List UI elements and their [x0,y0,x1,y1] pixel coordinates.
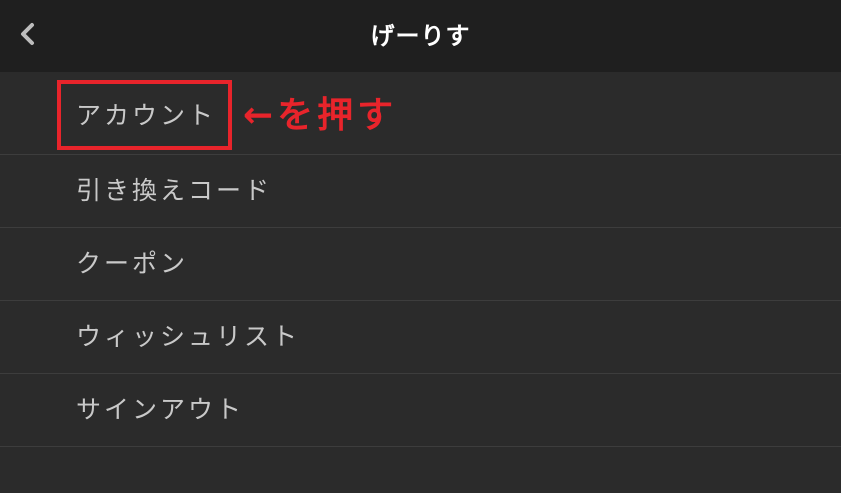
settings-menu: アカウント 引き換えコード クーポン ウィッシュリスト サインアウト [0,80,841,447]
menu-item-wishlist[interactable]: ウィッシュリスト [0,301,841,374]
menu-item-label: ウィッシュリスト [76,322,301,351]
top-bar: げーりす [0,0,841,72]
menu-item-label: 引き換えコード [76,176,273,205]
menu-item-label: アカウント [76,101,217,130]
annotation-text: ←を押す [243,95,398,136]
menu-item-label: クーポン [76,249,189,278]
menu-item-redeem-code[interactable]: 引き換えコード [0,155,841,228]
menu-item-sign-out[interactable]: サインアウト [0,374,841,447]
menu-item-account[interactable]: アカウント [0,80,841,155]
menu-item-label: サインアウト [76,395,245,424]
app-screen: げーりす アカウント 引き換えコード クーポン ウィッシュリスト サインアウト … [0,0,841,493]
page-title: げーりす [370,22,471,50]
menu-item-coupon[interactable]: クーポン [0,228,841,301]
